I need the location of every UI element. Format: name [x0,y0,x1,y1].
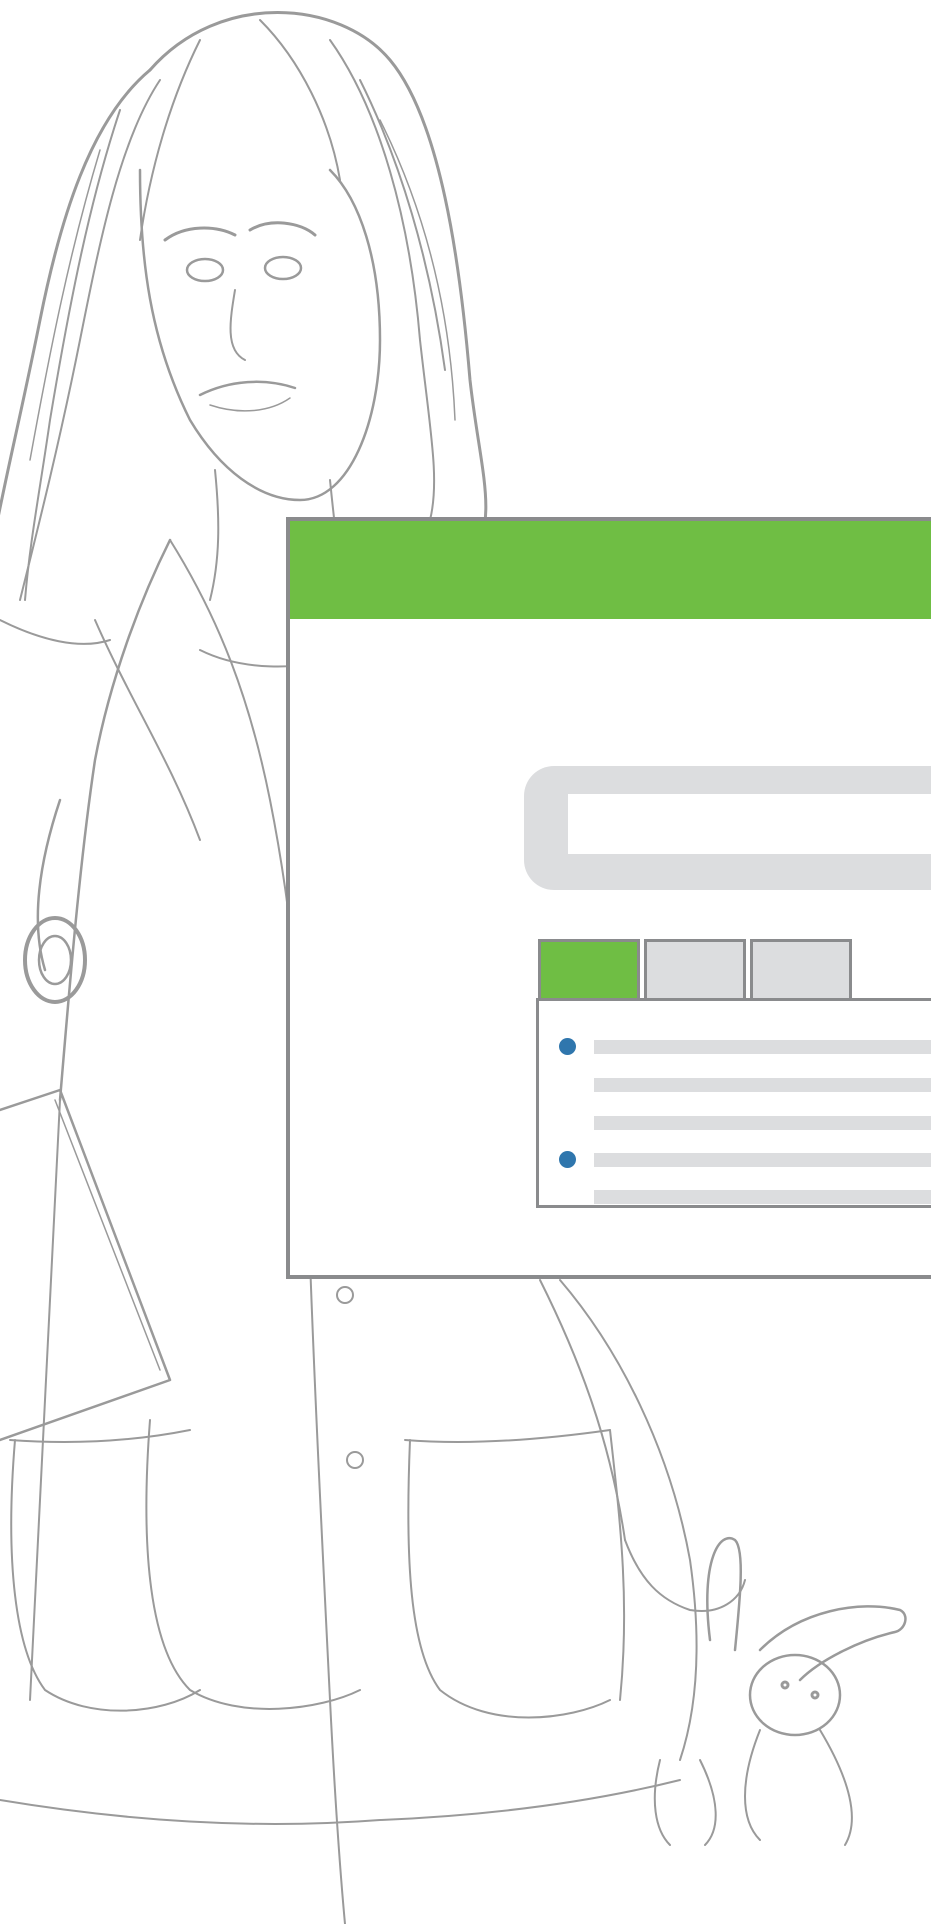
list-item [594,1190,931,1204]
search-input[interactable] [568,794,931,854]
stethoscope-icon [23,798,87,1004]
bullet-icon [559,1151,576,1168]
search-bar[interactable] [524,766,931,890]
face-sketch [138,168,382,502]
arm-sketch [539,1279,746,1612]
tab-3[interactable] [750,939,852,999]
browser-header-bar [290,521,931,619]
tab-panel [536,998,931,1208]
browser-window [286,517,931,1279]
clipboard-icon [0,1088,172,1442]
hair-sketch [0,11,488,601]
tab-1[interactable] [538,939,640,999]
page [0,0,931,1924]
tab-2[interactable] [644,939,746,999]
list-item [594,1040,931,1054]
list-item [594,1078,931,1092]
bullet-icon [559,1038,576,1055]
list-item [594,1116,931,1130]
list-item [594,1153,931,1167]
